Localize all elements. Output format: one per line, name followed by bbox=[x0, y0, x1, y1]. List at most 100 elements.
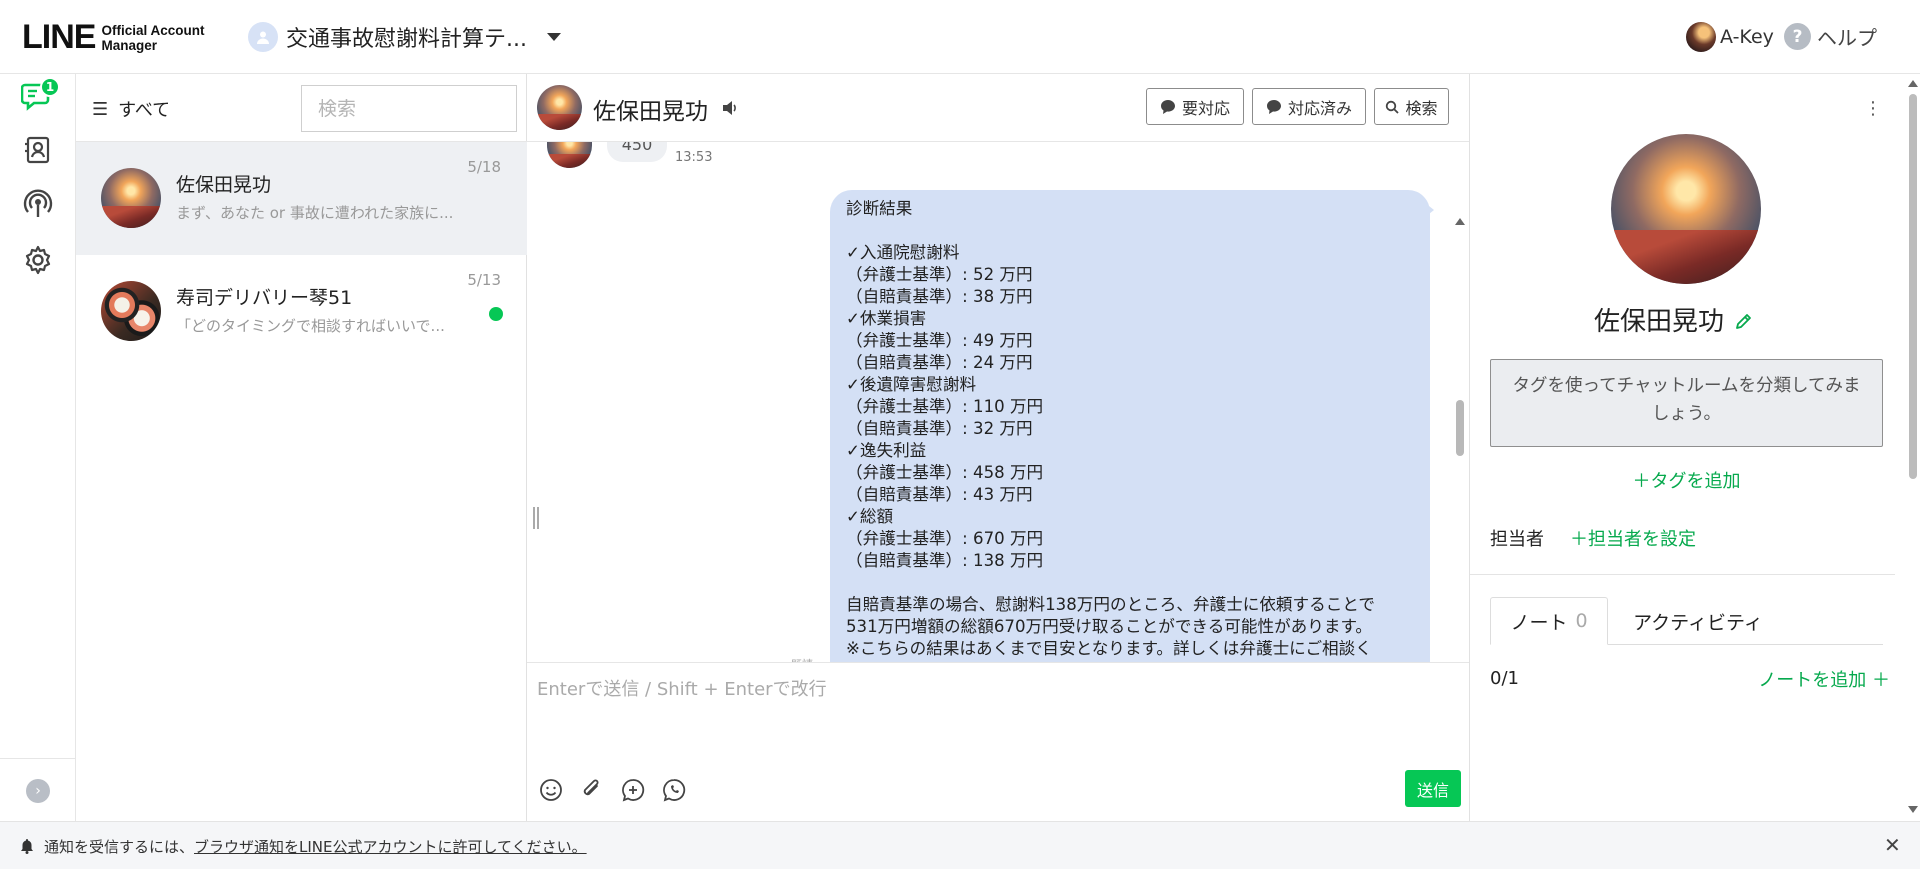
chat-bubble-icon bbox=[1266, 99, 1281, 114]
add-bubble-icon bbox=[622, 779, 645, 802]
message-scrollbar[interactable] bbox=[1453, 214, 1467, 662]
scrollbar-thumb[interactable] bbox=[1456, 400, 1464, 456]
message-input[interactable] bbox=[537, 675, 1437, 745]
resolved-button[interactable]: 対応済み bbox=[1252, 88, 1366, 125]
notification-prefix: 通知を受信するには、 bbox=[44, 838, 195, 856]
needs-action-button[interactable]: 要対応 bbox=[1146, 88, 1244, 125]
phone-bubble-icon bbox=[663, 779, 686, 802]
avatar bbox=[101, 281, 161, 341]
message-area: 450 13:53 診断結果 ✓入通院慰謝料 （弁護士基準）: 52 万円 （自… bbox=[527, 142, 1469, 662]
scrollbar-thumb[interactable] bbox=[1909, 94, 1917, 479]
menu-icon: ☰ bbox=[92, 98, 109, 120]
profile-name-row: 佐保田晃功 bbox=[1470, 301, 1878, 338]
line-logo[interactable]: LINE Official Account Manager bbox=[22, 18, 204, 57]
note-count: 0/1 bbox=[1490, 668, 1519, 689]
expand-sidebar-button[interactable]: › bbox=[26, 779, 50, 803]
smiley-icon bbox=[540, 779, 562, 801]
add-tag-button[interactable]: ＋タグを追加 bbox=[1470, 467, 1903, 493]
chat-list-panel: ☰ すべて 佐保田晃功 まず、あなた or 事故に遭われた家族に... 5/18… bbox=[76, 74, 527, 821]
help-label: ヘルプ bbox=[1817, 26, 1877, 50]
chat-search-button[interactable]: 検索 bbox=[1374, 88, 1449, 125]
user-menu[interactable]: A-Key bbox=[1686, 22, 1774, 52]
avatar bbox=[547, 142, 592, 168]
scroll-down-arrow[interactable] bbox=[1908, 806, 1918, 813]
chevron-down-icon[interactable] bbox=[546, 33, 561, 41]
chat-item-name: 寿司デリバリー琴51 bbox=[176, 287, 353, 309]
chat-item-date: 5/13 bbox=[467, 271, 501, 289]
contacts-icon bbox=[25, 136, 50, 164]
set-assignee-label: 担当者を設定 bbox=[1588, 529, 1696, 550]
edit-pencil-icon[interactable] bbox=[1734, 308, 1754, 338]
profile-name: 佐保田晃功 bbox=[1593, 307, 1724, 337]
chat-search-input[interactable] bbox=[301, 85, 517, 132]
profile-scrollbar[interactable] bbox=[1906, 74, 1920, 821]
tab-note-label: ノート bbox=[1510, 611, 1568, 634]
speaker-icon[interactable] bbox=[721, 100, 739, 116]
note-tab-count: 0 bbox=[1575, 610, 1588, 632]
nav-settings[interactable] bbox=[18, 240, 58, 280]
template-button[interactable] bbox=[619, 776, 647, 804]
broadcast-icon bbox=[23, 189, 53, 217]
call-button[interactable] bbox=[660, 776, 688, 804]
unread-badge: 1 bbox=[40, 77, 60, 97]
chat-contact-name: 佐保田晃功 bbox=[593, 99, 708, 125]
nav-rail: 1 › bbox=[0, 74, 76, 821]
scroll-up-arrow[interactable] bbox=[1455, 218, 1465, 225]
close-icon[interactable]: ✕ bbox=[1884, 833, 1901, 857]
flag-bubble-icon bbox=[1160, 99, 1175, 114]
filter-label: すべて bbox=[118, 100, 171, 121]
send-button[interactable]: 送信 bbox=[1405, 770, 1461, 807]
account-name: 交通事故慰謝料計算テ... bbox=[286, 27, 527, 52]
panel-resize-handle[interactable] bbox=[533, 507, 539, 529]
help-icon: ? bbox=[1784, 23, 1811, 50]
resolved-label: 対応済み bbox=[1287, 100, 1352, 118]
plus-icon: ＋ bbox=[1570, 529, 1588, 550]
notification-text: 通知を受信するには、ブラウザ通知をLINE公式アカウントに許可してください。 bbox=[44, 836, 587, 857]
nav-contacts[interactable] bbox=[18, 130, 58, 170]
nav-broadcast[interactable] bbox=[18, 184, 58, 224]
chat-header: 佐保田晃功 要対応 対応済み 検索 bbox=[527, 74, 1469, 142]
paperclip-icon bbox=[583, 779, 599, 796]
chat-item-preview: 「どのタイミングで相談すればいいで... bbox=[176, 317, 445, 335]
set-assignee-button[interactable]: ＋担当者を設定 bbox=[1570, 525, 1696, 551]
plus-icon: ＋ bbox=[1632, 471, 1651, 492]
more-options-icon[interactable]: ⋮ bbox=[1864, 98, 1882, 119]
profile-avatar bbox=[1611, 134, 1761, 284]
chat-item-name: 佐保田晃功 bbox=[176, 174, 272, 196]
scroll-up-arrow[interactable] bbox=[1908, 80, 1918, 87]
message-composer: 送信 bbox=[527, 662, 1469, 821]
chat-item-date: 5/18 bbox=[467, 158, 501, 176]
emoji-button[interactable] bbox=[537, 776, 565, 804]
user-avatar bbox=[1686, 22, 1716, 52]
plus-icon: ＋ bbox=[1872, 670, 1890, 691]
attach-button[interactable] bbox=[578, 776, 606, 804]
add-note-button[interactable]: ノートを追加 ＋ bbox=[1758, 666, 1890, 692]
nav-chat[interactable]: 1 bbox=[18, 76, 60, 116]
top-bar: LINE Official Account Manager 交通事故慰謝料計算テ… bbox=[0, 0, 1920, 74]
chat-list-item[interactable]: 佐保田晃功 まず、あなた or 事故に遭われた家族に... 5/18 bbox=[76, 142, 527, 255]
chat-filter-dropdown[interactable]: ☰ すべて bbox=[92, 96, 170, 122]
bubble-tail bbox=[1424, 202, 1434, 218]
notification-link[interactable]: ブラウザ通知をLINE公式アカウントに許可してください。 bbox=[194, 838, 587, 856]
tab-activity[interactable]: アクティビティ bbox=[1628, 597, 1768, 645]
profile-tabs: ノート 0 アクティビティ bbox=[1490, 597, 1883, 645]
message-time: 13:53 bbox=[675, 150, 713, 165]
tag-hint-box[interactable]: タグを使ってチャットルームを分類してみましょう。 bbox=[1490, 359, 1883, 447]
chat-list-header: ☰ すべて bbox=[76, 74, 527, 142]
gear-icon bbox=[25, 245, 51, 275]
notification-bar: 通知を受信するには、ブラウザ通知をLINE公式アカウントに許可してください。 ✕ bbox=[0, 821, 1920, 869]
profile-panel: ⋮ 佐保田晃功 タグを使ってチャットルームを分類してみましょう。 ＋タグを追加 … bbox=[1469, 74, 1920, 821]
outgoing-message: 診断結果 ✓入通院慰謝料 （弁護士基準）: 52 万円 （自賠責基準）: 38 … bbox=[830, 190, 1430, 662]
add-tag-label: タグを追加 bbox=[1650, 471, 1741, 492]
avatar[interactable] bbox=[537, 85, 582, 130]
logo-subtitle: Official Account Manager bbox=[101, 23, 204, 53]
logo-wordmark: LINE bbox=[22, 18, 96, 56]
help-link[interactable]: ? ヘルプ bbox=[1784, 22, 1877, 51]
account-switcher[interactable]: 交通事故慰謝料計算テ... bbox=[248, 21, 561, 53]
chat-list-item[interactable]: 寿司デリバリー琴51 「どのタイミングで相談すればいいで... 5/13 bbox=[76, 255, 527, 368]
chat-panel: 佐保田晃功 要対応 対応済み 検索 450 13:53 診断結果 ✓入通院慰謝料… bbox=[527, 74, 1469, 821]
account-avatar-icon bbox=[248, 22, 278, 52]
chat-item-preview: まず、あなた or 事故に遭われた家族に... bbox=[176, 204, 454, 222]
tab-note[interactable]: ノート 0 bbox=[1490, 597, 1608, 645]
needs-action-label: 要対応 bbox=[1181, 100, 1230, 118]
